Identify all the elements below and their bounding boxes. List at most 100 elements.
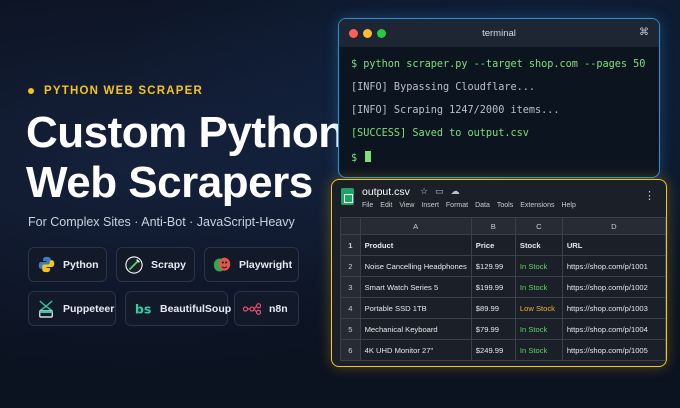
terminal-command-line: $ python scraper.py --target shop.com --… [351, 59, 646, 70]
cloud-icon[interactable]: ☁ [451, 186, 460, 197]
table-row: 1 Product Price Stock URL [340, 234, 666, 256]
tool-label: BeautifulSoup [160, 302, 232, 315]
menu-file[interactable]: File [362, 202, 373, 209]
more-options-icon[interactable]: ⋮ [644, 189, 655, 202]
folder-icon[interactable]: ▭ [435, 186, 444, 197]
terminal-window: terminal ⌘ $ python scraper.py --target … [338, 18, 660, 178]
cell-product[interactable]: Portable SSD 1TB [359, 297, 472, 319]
cell-price[interactable]: $79.99 [470, 318, 516, 340]
headline-line-2: Web Scrapers [26, 158, 313, 207]
tool-badge-puppeteer: Puppeteer [28, 291, 116, 326]
sheets-logo-icon [341, 188, 354, 205]
menu-tools[interactable]: Tools [497, 202, 513, 209]
row-number[interactable]: 3 [340, 276, 361, 298]
cell[interactable]: URL [561, 234, 666, 256]
menu-format[interactable]: Format [446, 202, 468, 209]
beautifulsoup-icon: bs [134, 300, 152, 318]
row-number[interactable]: 1 [340, 234, 361, 256]
corner-cell[interactable] [340, 217, 361, 235]
playwright-icon [213, 256, 231, 274]
row-number[interactable]: 4 [340, 297, 361, 319]
column-header-b[interactable]: B [470, 217, 516, 235]
tool-label: Python [63, 258, 99, 271]
tool-badge-scrapy: Scrapy [116, 247, 195, 282]
scrapy-icon [125, 255, 143, 274]
cell-stock[interactable]: In Stock [514, 255, 563, 277]
spreadsheet-filename[interactable]: output.csv [362, 186, 410, 198]
cell-stock[interactable]: In Stock [514, 276, 563, 298]
cell-product[interactable]: Mechanical Keyboard [359, 318, 472, 340]
menu-bar: File Edit View Insert Format Data Tools … [362, 202, 576, 209]
table-row: 6 4K UHD Monitor 27" $249.99 In Stock ht… [340, 339, 666, 361]
cell-url[interactable]: https://shop.com/p/1001 [561, 255, 666, 277]
row-number[interactable]: 2 [340, 255, 361, 277]
file-actions: ☆ ▭ ☁ [420, 186, 460, 197]
terminal-output-line: [INFO] Scraping 1247/2000 items... [351, 105, 560, 116]
tool-label: Playwright [239, 258, 293, 271]
column-header-row: A B C D [340, 217, 666, 235]
cell[interactable]: Stock [514, 234, 563, 256]
cell-url[interactable]: https://shop.com/p/1005 [561, 339, 666, 361]
tool-label: Scrapy [151, 258, 187, 271]
tool-badge-n8n: n8n [234, 291, 299, 326]
cursor-icon [365, 151, 372, 162]
cell-product[interactable]: Smart Watch Series 5 [359, 276, 472, 298]
row-number[interactable]: 5 [340, 318, 361, 340]
python-icon [37, 256, 55, 274]
tool-badge-python: Python [28, 247, 107, 282]
subtitle: For Complex Sites · Anti-Bot · JavaScrip… [28, 215, 295, 229]
column-header-d[interactable]: D [561, 217, 666, 235]
puppeteer-icon [37, 299, 55, 318]
cell-price[interactable]: $199.99 [470, 276, 516, 298]
terminal-output-line: [INFO] Bypassing Cloudflare... [351, 82, 536, 93]
cell-product[interactable]: 4K UHD Monitor 27" [359, 339, 472, 361]
spreadsheet-header: output.csv ☆ ▭ ☁ File Edit View Insert F… [332, 180, 666, 216]
star-icon[interactable]: ☆ [420, 186, 428, 197]
cell[interactable]: Product [359, 234, 472, 256]
prompt: $ [351, 153, 358, 164]
tool-badge-playwright: Playwright [204, 247, 299, 282]
cell-stock[interactable]: In Stock [514, 318, 563, 340]
menu-extensions[interactable]: Extensions [520, 202, 554, 209]
n8n-icon [243, 300, 261, 318]
cell-url[interactable]: https://shop.com/p/1002 [561, 276, 666, 298]
headline-line-1: Custom Python [26, 108, 345, 157]
bullet-dot-icon [28, 88, 34, 94]
terminal-prompt-line: $ [351, 151, 647, 174]
cell-product[interactable]: Noise Cancelling Headphones [359, 255, 472, 277]
headline: Custom Python Web Scrapers [26, 108, 345, 208]
cell-stock[interactable]: In Stock [514, 339, 563, 361]
terminal-body[interactable]: $ python scraper.py --target shop.com --… [339, 47, 659, 177]
terminal-title: terminal [482, 27, 516, 39]
spreadsheet-window: output.csv ☆ ▭ ☁ File Edit View Insert F… [331, 179, 667, 367]
terminal-title-bar: terminal ⌘ [339, 19, 659, 47]
cell-price[interactable]: $249.99 [470, 339, 516, 361]
menu-insert[interactable]: Insert [421, 202, 439, 209]
table-row: 3 Smart Watch Series 5 $199.99 In Stock … [340, 276, 666, 298]
cell[interactable]: Price [470, 234, 516, 256]
row-number[interactable]: 6 [340, 339, 361, 361]
table-row: 4 Portable SSD 1TB $89.99 Low Stock http… [340, 297, 666, 319]
cell-stock[interactable]: Low Stock [514, 297, 563, 319]
cell-url[interactable]: https://shop.com/p/1004 [561, 318, 666, 340]
command-key-icon: ⌘ [639, 27, 649, 38]
tool-label: n8n [269, 302, 288, 315]
column-header-a[interactable]: A [359, 217, 472, 235]
tool-badge-beautifulsoup: bs BeautifulSoup [125, 291, 232, 326]
svg-text:bs: bs [135, 301, 152, 316]
spreadsheet-grid: A B C D 1 Product Price Stock URL 2 Nois… [340, 217, 666, 361]
tool-label: Puppeteer [63, 302, 115, 315]
terminal-success-line: [SUCCESS] Saved to output.csv [351, 128, 529, 139]
cell-url[interactable]: https://shop.com/p/1003 [561, 297, 666, 319]
menu-edit[interactable]: Edit [380, 202, 392, 209]
table-row: 2 Noise Cancelling Headphones $129.99 In… [340, 255, 666, 277]
table-row: 5 Mechanical Keyboard $79.99 In Stock ht… [340, 318, 666, 340]
cell-price[interactable]: $89.99 [470, 297, 516, 319]
tagline-text: PYTHON WEB SCRAPER [44, 85, 203, 97]
cell-price[interactable]: $129.99 [470, 255, 516, 277]
menu-view[interactable]: View [399, 202, 414, 209]
menu-help[interactable]: Help [561, 202, 575, 209]
menu-data[interactable]: Data [475, 202, 490, 209]
column-header-c[interactable]: C [514, 217, 563, 235]
tagline: PYTHON WEB SCRAPER [28, 85, 203, 97]
